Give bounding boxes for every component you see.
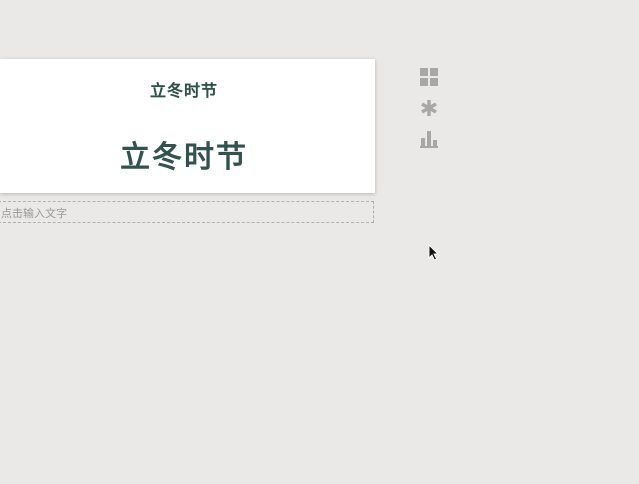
grid-icon[interactable] — [419, 67, 439, 87]
card-title[interactable]: 立冬时节 — [0, 132, 368, 176]
bar-chart-icon[interactable] — [419, 129, 439, 149]
text-input-placeholder: 点击输入文字 — [1, 207, 67, 220]
mouse-cursor-icon — [428, 244, 439, 261]
click-to-input-text-field[interactable]: 点击输入文字 — [0, 201, 374, 223]
card-subtitle[interactable]: 立冬时节 — [0, 77, 368, 101]
editor-canvas: 立冬时节 立冬时节 点击输入文字 — [0, 0, 639, 484]
side-toolbar — [419, 67, 441, 160]
text-card[interactable]: 立冬时节 立冬时节 — [0, 59, 375, 193]
asterisk-icon[interactable] — [419, 98, 439, 118]
